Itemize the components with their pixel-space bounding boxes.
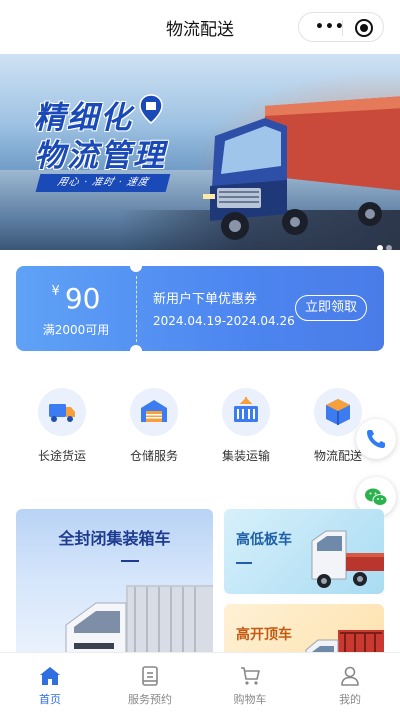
more-dots-icon[interactable]: ••• (315, 20, 345, 34)
vehicle-card-lowbed[interactable]: 高低板车 (224, 509, 384, 594)
banner-truck-image (203, 96, 400, 240)
home-icon (40, 667, 60, 685)
target-close-icon[interactable] (355, 19, 373, 37)
vehicle-card-title: 高低板车 (236, 532, 292, 548)
mini-program-capsule: ••• (298, 12, 384, 42)
capsule-divider (342, 20, 343, 36)
tab-label: 购物车 (233, 693, 267, 706)
title-underline (236, 562, 252, 564)
service-warehouse[interactable]: 仓储服务 (108, 388, 200, 464)
banner-pagination (374, 236, 392, 250)
tab-label: 首页 (39, 693, 61, 706)
tab-mine[interactable]: 我的 (300, 653, 400, 712)
bottom-tab-bar: 首页 服务预约 购物车 我的 (0, 652, 400, 712)
vehicle-card-title: 全封闭集装箱车 (58, 529, 171, 548)
coupon-notch (130, 266, 142, 272)
truck-icon (38, 388, 86, 436)
coupon-currency: ¥ (51, 284, 60, 299)
tab-label: 服务预约 (128, 693, 172, 706)
service-grid: 长途货运 仓储服务 集装运输 物流配送 (0, 388, 400, 468)
coupon-notch (130, 345, 142, 351)
tab-cart[interactable]: 购物车 (200, 653, 300, 712)
phone-icon (367, 430, 385, 448)
tab-service-booking[interactable]: 服务预约 (100, 653, 200, 712)
pagination-dot-active[interactable] (377, 245, 383, 250)
pagination-dot[interactable] (386, 245, 392, 250)
title-underline (121, 560, 139, 562)
coupon-title: 新用户下单优惠券 (153, 292, 258, 307)
service-label: 长途货运 (37, 449, 86, 463)
vehicle-card-title: 高开顶车 (236, 627, 292, 643)
tab-home[interactable]: 首页 (0, 653, 100, 712)
service-label: 仓储服务 (129, 449, 178, 463)
coupon-date-range: 2024.04.19-2024.04.26 (153, 314, 295, 328)
nav-header: 物流配送 ••• (0, 0, 400, 54)
service-container[interactable]: 集装运输 (200, 388, 292, 464)
new-user-coupon[interactable]: ¥ 90 满2000可用 新用户下单优惠券 2024.04.19-2024.04… (16, 266, 384, 351)
coupon-condition: 满2000可用 (42, 323, 110, 337)
service-label: 集装运输 (221, 449, 270, 463)
coupon-amount: ¥ 90 (16, 282, 136, 315)
claim-coupon-button[interactable]: 立即领取 (295, 295, 367, 321)
hero-banner[interactable]: 精细化 物流管理 用心 · 准时 · 速度 (0, 54, 400, 250)
cart-icon (241, 667, 260, 685)
service-long-haul[interactable]: 长途货运 (16, 388, 108, 464)
package-icon (314, 388, 362, 436)
banner-headline-line2: 物流管理 (34, 138, 166, 174)
coupon-value: 90 (64, 282, 101, 315)
coupon-divider (136, 276, 137, 342)
location-pin-icon (139, 94, 163, 124)
user-icon (341, 666, 359, 686)
tab-label: 我的 (339, 693, 361, 706)
lowbed-truck-image (311, 530, 384, 588)
banner-slogan: 用心 · 准时 · 速度 (35, 174, 171, 192)
warehouse-icon (130, 388, 178, 436)
phone-call-button[interactable] (356, 419, 396, 459)
container-icon (222, 388, 270, 436)
document-icon (142, 666, 158, 686)
vehicle-card-enclosed[interactable]: 全封闭集装箱车 (16, 509, 213, 669)
